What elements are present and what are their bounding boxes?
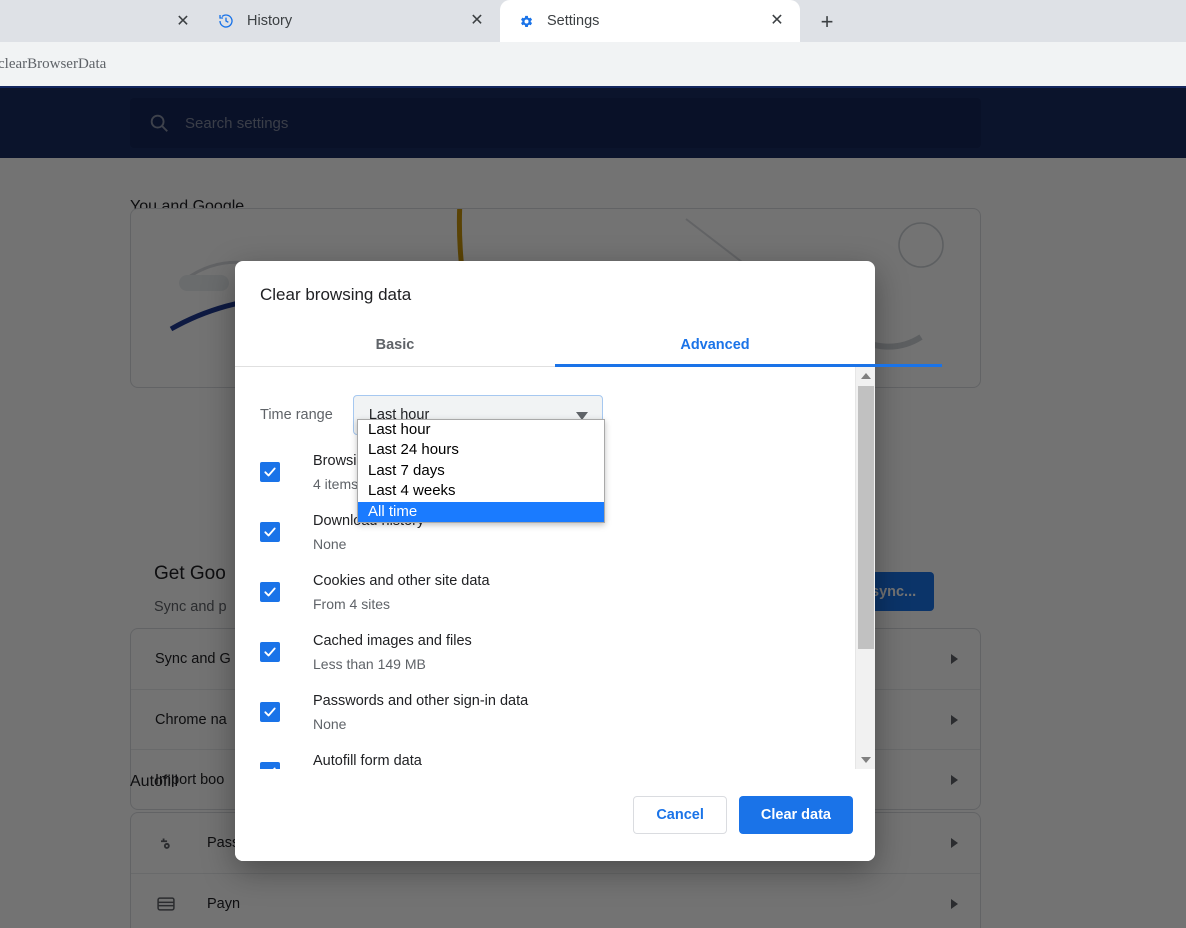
time-range-dropdown-popup[interactable]: Last hour Last 24 hours Last 7 days Last… <box>357 419 605 523</box>
checkbox-passwords[interactable] <box>260 702 280 722</box>
dropdown-option-last-7-days[interactable]: Last 7 days <box>358 461 604 481</box>
list-item-text: Cookies and other site data From 4 sites <box>313 565 490 616</box>
scroll-down-arrow-icon[interactable] <box>856 751 875 769</box>
dialog-title: Clear browsing data <box>260 285 412 304</box>
scrollbar-thumb[interactable] <box>858 386 874 649</box>
list-item-sublabel: None <box>313 536 347 552</box>
list-item[interactable]: Passwords and other sign-in data None <box>235 685 855 745</box>
tab-close-settings[interactable]: ✕ <box>764 8 790 34</box>
list-item[interactable]: Cached images and files Less than 149 MB <box>235 625 855 685</box>
browser-window: ✕ History ✕ Settings ✕ + clearBrowserDat… <box>0 0 1186 928</box>
list-item-text: Cached images and files Less than 149 MB <box>313 625 472 676</box>
cancel-button[interactable]: Cancel <box>633 796 727 834</box>
omnibox-url-text[interactable]: clearBrowserData <box>0 56 106 73</box>
gear-icon <box>518 13 534 29</box>
checkbox-autofill-form-data[interactable] <box>260 762 280 769</box>
tab-strip: ✕ History ✕ Settings ✕ + <box>0 0 1186 42</box>
list-item-label: Cached images and files <box>313 633 472 649</box>
list-item-sublabel: From 4 sites <box>313 596 391 612</box>
dropdown-option-last-hour[interactable]: Last hour <box>358 420 604 440</box>
dropdown-option-last-4-weeks[interactable]: Last 4 weeks <box>358 481 604 501</box>
list-item-text: Passwords and other sign-in data None <box>313 685 528 736</box>
scroll-up-arrow-icon[interactable] <box>856 367 875 385</box>
list-item-label: Passwords and other sign-in data <box>313 693 529 709</box>
list-item[interactable]: Cookies and other site data From 4 sites <box>235 565 855 625</box>
clear-data-button[interactable]: Clear data <box>738 796 853 834</box>
tab-close-history[interactable]: ✕ <box>464 8 490 34</box>
browser-toolbar: clearBrowserData <box>0 42 1186 86</box>
tab-advanced[interactable]: Advanced <box>555 323 942 367</box>
new-tab-button[interactable]: + <box>810 7 844 37</box>
list-item-text: Autofill form data <box>313 745 422 769</box>
list-item-sublabel: None <box>313 716 347 732</box>
checkbox-cookies[interactable] <box>260 582 280 602</box>
tab-close-partial[interactable]: ✕ <box>170 8 196 34</box>
tab-settings[interactable]: Settings ✕ <box>500 0 800 42</box>
checkbox-download-history[interactable] <box>260 522 280 542</box>
dialog-footer: Cancel Clear data <box>235 769 875 861</box>
tab-title-settings: Settings <box>547 13 600 29</box>
list-item[interactable]: Autofill form data <box>235 745 855 769</box>
dropdown-option-all-time[interactable]: All time <box>358 501 604 522</box>
checkbox-cached-images[interactable] <box>260 642 280 662</box>
history-clock-icon <box>218 13 234 29</box>
clear-browsing-data-dialog: Clear browsing data Basic Advanced Time … <box>235 261 942 861</box>
dialog-scrollbar[interactable] <box>855 367 875 769</box>
dropdown-option-last-24-hours[interactable]: Last 24 hours <box>358 440 604 460</box>
tab-basic[interactable]: Basic <box>235 323 555 366</box>
dialog-tabs: Basic Advanced <box>235 323 942 367</box>
tab-title-history: History <box>247 13 293 29</box>
time-range-label: Time range <box>260 407 333 423</box>
list-item-sublabel: Less than 149 MB <box>313 656 426 672</box>
list-item-label: Autofill form data <box>313 753 422 769</box>
tab-history[interactable]: History ✕ <box>200 0 500 42</box>
list-item-label: Cookies and other site data <box>313 573 490 589</box>
checkbox-browsing-history[interactable] <box>260 462 280 482</box>
